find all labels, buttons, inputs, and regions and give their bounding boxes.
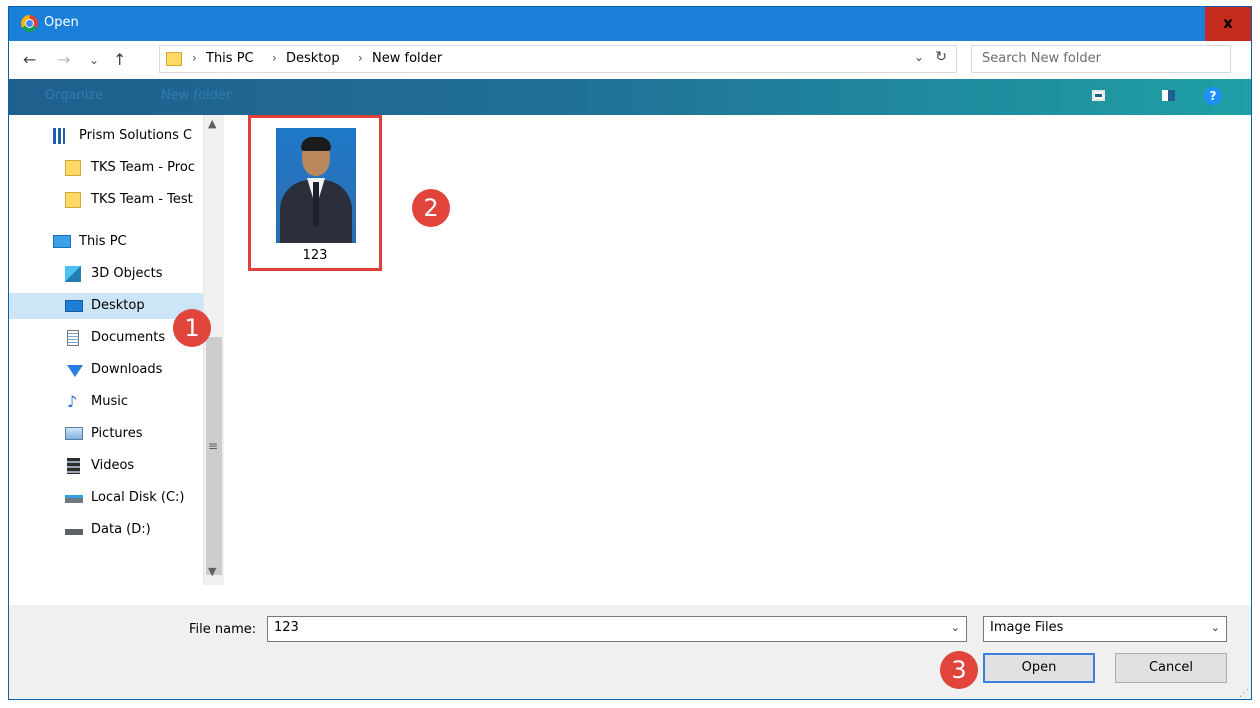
help-icon[interactable]: ?	[1204, 87, 1222, 105]
sidebar-item-label: Downloads	[91, 362, 163, 377]
download-icon	[67, 365, 83, 377]
cube-icon	[65, 266, 81, 282]
navigation-pane: Prism Solutions C TKS Team - Proc TKS Te…	[9, 115, 224, 605]
open-button[interactable]: Open	[983, 653, 1095, 683]
cancel-button[interactable]: Cancel	[1115, 653, 1227, 683]
sidebar-item-label: 3D Objects	[91, 266, 163, 281]
close-button[interactable]: x	[1205, 7, 1251, 41]
sidebar-item-label: This PC	[79, 234, 127, 249]
sidebar-item-label: Data (D:)	[91, 522, 151, 537]
bottom-panel: File name: 123 ⌄ Image Files ⌄ Open Canc…	[9, 605, 1251, 699]
address-dropdown-icon[interactable]: ⌄	[914, 50, 924, 64]
file-name-value: 123	[274, 620, 299, 635]
file-type-select[interactable]: Image Files ⌄	[983, 616, 1227, 642]
folder-icon	[166, 52, 182, 66]
file-name-input[interactable]: 123 ⌄	[267, 616, 967, 642]
file-type-value: Image Files	[990, 620, 1064, 635]
sidebar-item-label: Pictures	[91, 426, 143, 441]
chevron-down-icon[interactable]: ▼	[208, 565, 216, 578]
computer-icon	[53, 235, 71, 248]
navigation-bar: ← → ⌄ ↑ › This PC › Desktop › New folder…	[9, 41, 1251, 79]
sidebar-item-label: Music	[91, 394, 128, 409]
step-badge-2: 2	[412, 189, 450, 227]
sidebar-item-3d-objects[interactable]: 3D Objects	[9, 261, 203, 287]
address-bar[interactable]: › This PC › Desktop › New folder ⌄ ↻	[159, 45, 957, 73]
file-name: 123	[302, 248, 328, 263]
desktop-icon	[65, 300, 83, 312]
change-view-icon[interactable]	[1092, 90, 1105, 101]
breadcrumb-new-folder[interactable]: New folder	[372, 51, 442, 66]
chevron-up-icon[interactable]: ▲	[208, 117, 216, 130]
title-bar[interactable]: Open x	[9, 7, 1251, 41]
sidebar-item-label: Desktop	[91, 298, 145, 313]
sidebar-item-prism-solutions[interactable]: Prism Solutions C	[9, 123, 203, 149]
drive-icon	[65, 495, 83, 503]
folder-icon	[65, 192, 81, 208]
chevron-down-icon[interactable]: ⌄	[951, 621, 960, 634]
sidebar-item-local-disk-c[interactable]: Local Disk (C:)	[9, 485, 203, 511]
videos-icon	[67, 458, 80, 474]
folder-icon	[65, 160, 81, 176]
sidebar-item-downloads[interactable]: Downloads	[9, 357, 203, 383]
sidebar-item-desktop[interactable]: Desktop	[9, 293, 203, 319]
command-bar: Organize New folder ?	[9, 79, 1251, 115]
open-dialog: Open x ← → ⌄ ↑ › This PC › Desktop › New…	[8, 6, 1252, 700]
sidebar-item-data-d[interactable]: Data (D:)	[9, 517, 203, 543]
search-input[interactable]: Search New folder	[971, 45, 1231, 73]
step-badge-3: 3	[940, 651, 978, 689]
chrome-icon	[21, 15, 38, 32]
resize-grip-icon[interactable]: ⋰	[1239, 688, 1249, 699]
building-icon	[53, 128, 65, 144]
drive-icon	[65, 529, 83, 535]
sidebar-item-label: Prism Solutions C	[79, 128, 193, 143]
sidebar-item-label: Videos	[91, 458, 135, 473]
breadcrumb-separator: ›	[272, 51, 277, 65]
refresh-icon[interactable]: ↻	[935, 49, 947, 65]
step-badge-1: 1	[173, 309, 211, 347]
pictures-icon	[65, 427, 83, 440]
breadcrumb-separator: ›	[192, 51, 197, 65]
sidebar-scrollbar[interactable]: ▲ ≡ ▼	[203, 115, 224, 585]
breadcrumb-separator: ›	[358, 51, 363, 65]
music-icon: ♪	[67, 392, 78, 411]
sidebar-item-label: TKS Team - Proc	[91, 160, 195, 175]
preview-pane-icon[interactable]	[1162, 90, 1175, 101]
recent-locations-icon[interactable]: ⌄	[89, 50, 99, 70]
sidebar-item-label: Documents	[91, 330, 166, 345]
file-list: 123	[224, 115, 1251, 605]
file-name-label: File name:	[189, 622, 257, 637]
scrollbar-thumb[interactable]	[206, 337, 222, 575]
file-item[interactable]: 123	[248, 115, 382, 271]
chevron-down-icon[interactable]: ⌄	[1211, 621, 1220, 634]
content-area: Prism Solutions C TKS Team - Proc TKS Te…	[9, 115, 1251, 605]
sidebar-item-music[interactable]: ♪ Music	[9, 389, 203, 415]
forward-icon[interactable]: →	[57, 50, 70, 70]
sidebar-item-tks-team-test[interactable]: TKS Team - Test	[9, 187, 203, 213]
sidebar-item-videos[interactable]: Videos	[9, 453, 203, 479]
organize-button[interactable]: Organize	[45, 88, 103, 103]
breadcrumb-this-pc[interactable]: This PC	[206, 51, 254, 66]
breadcrumb-desktop[interactable]: Desktop	[286, 51, 340, 66]
sidebar-item-this-pc[interactable]: This PC	[9, 229, 203, 255]
documents-icon	[67, 330, 79, 346]
scroll-grip-icon: ≡	[208, 439, 219, 453]
up-icon[interactable]: ↑	[113, 50, 126, 70]
new-folder-button[interactable]: New folder	[161, 88, 231, 103]
sidebar-item-pictures[interactable]: Pictures	[9, 421, 203, 447]
file-thumbnail	[276, 128, 356, 243]
sidebar-item-tks-team-proc[interactable]: TKS Team - Proc	[9, 155, 203, 181]
sidebar-item-label: Local Disk (C:)	[91, 490, 185, 505]
sidebar-item-label: TKS Team - Test	[91, 192, 193, 207]
back-icon[interactable]: ←	[23, 50, 36, 70]
window-title: Open	[44, 15, 79, 30]
